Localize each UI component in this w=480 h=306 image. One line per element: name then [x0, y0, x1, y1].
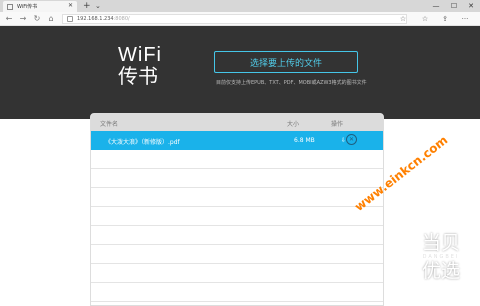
- navigation-bar: ← → ↻ ⌂ 192.168.1.234:8080/ ☆ ☆ ⇪ ···: [0, 12, 480, 26]
- favorite-star-icon[interactable]: ☆: [398, 14, 408, 24]
- tab-list-icon[interactable]: ⌄: [95, 1, 101, 11]
- empty-row: [91, 188, 383, 207]
- close-tab-icon[interactable]: ✕: [68, 3, 73, 9]
- url-text: 192.168.1.234:8080/: [77, 16, 130, 22]
- tab-title: WiFi传书: [17, 4, 38, 10]
- back-icon[interactable]: ←: [4, 13, 14, 25]
- empty-row: [91, 245, 383, 264]
- refresh-icon[interactable]: ↻: [32, 13, 42, 25]
- column-header-size: 大小: [287, 121, 300, 128]
- delete-icon[interactable]: ✕: [346, 134, 357, 145]
- collections-icon[interactable]: ☆: [420, 14, 430, 24]
- empty-row: [91, 283, 383, 302]
- upload-file-button[interactable]: 选择要上传的文件: [214, 51, 358, 73]
- file-name: 《大泼大浪》（新修版）.pdf: [105, 139, 180, 146]
- file-list-panel: 文件名 大小 操作 《大泼大浪》（新修版）.pdf 6.8 MB ⇩ ✕: [90, 113, 384, 306]
- supported-formats-hint: 目前仅支持上传EPUB、TXT、PDF、MOBI或AZW3格式的图书文件: [216, 80, 367, 86]
- logo-bottom-text: 优选: [421, 260, 460, 282]
- maximize-icon[interactable]: ☐: [446, 0, 462, 12]
- logo-top-text: 当贝: [421, 232, 460, 254]
- address-bar[interactable]: 192.168.1.234:8080/: [62, 14, 407, 24]
- brand-line-1: WiFi: [118, 44, 162, 66]
- table-header: 文件名 大小 操作: [91, 114, 383, 131]
- file-size: 6.8 MB: [294, 137, 315, 144]
- page-icon: [7, 3, 13, 10]
- minimize-icon[interactable]: —: [428, 0, 444, 12]
- empty-row: [91, 264, 383, 283]
- brand-line-2: 传书: [118, 66, 158, 88]
- more-options-icon[interactable]: ···: [460, 14, 470, 24]
- brand-title: WiFi 传书: [118, 44, 162, 88]
- empty-row: [91, 226, 383, 245]
- empty-row: [91, 169, 383, 188]
- new-tab-button[interactable]: +: [83, 1, 91, 11]
- forward-icon[interactable]: →: [18, 13, 28, 25]
- tab-bar: WiFi传书 ✕ + ⌄ — ☐ ✕: [0, 0, 480, 12]
- window-close-icon[interactable]: ✕: [463, 0, 479, 12]
- browser-tab[interactable]: WiFi传书 ✕: [3, 1, 77, 12]
- page-header: WiFi 传书 选择要上传的文件 目前仅支持上传EPUB、TXT、PDF、MOB…: [0, 26, 480, 119]
- empty-row: [91, 207, 383, 226]
- column-header-actions: 操作: [331, 121, 344, 128]
- file-row[interactable]: 《大泼大浪》（新修版）.pdf 6.8 MB ⇩ ✕: [91, 131, 383, 150]
- info-icon[interactable]: [67, 16, 73, 22]
- column-header-name: 文件名: [100, 121, 119, 128]
- dangbei-logo-watermark: 当贝 DANGBEI 优选: [412, 232, 470, 292]
- share-icon[interactable]: ⇪: [440, 14, 450, 24]
- empty-row: [91, 150, 383, 169]
- empty-row: [91, 302, 383, 305]
- home-icon[interactable]: ⌂: [46, 13, 56, 25]
